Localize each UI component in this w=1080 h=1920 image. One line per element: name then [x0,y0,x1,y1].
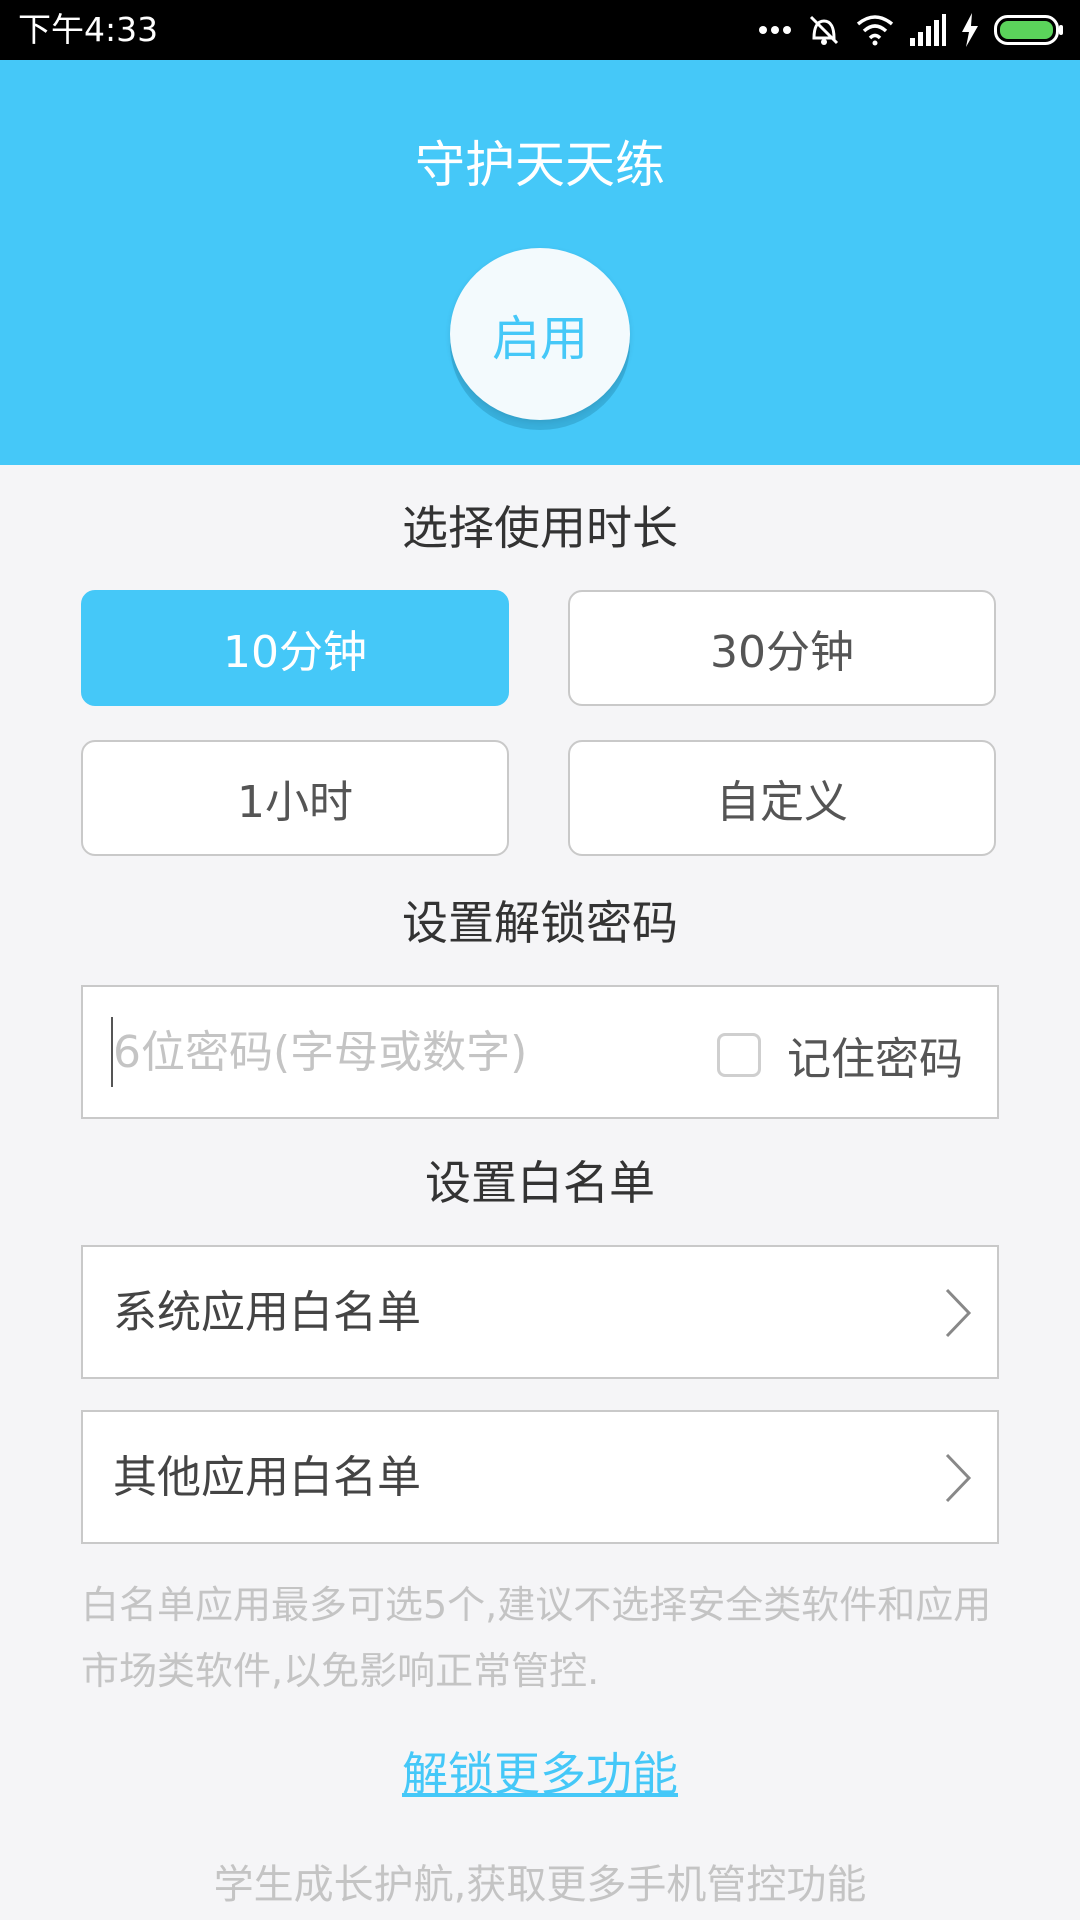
chevron-right-icon [945,1288,972,1338]
header-panel: 守护天天练 启用 [0,60,1080,465]
footer-text: 学生成长护航,获取更多手机管控功能 [213,1862,867,1908]
charging-icon [962,13,978,47]
status-icons [758,10,1064,50]
remember-password-checkbox[interactable] [717,1033,761,1077]
whitelist-section-title: 设置白名单 [425,1156,655,1210]
unlock-more-link[interactable]: 解锁更多功能 [0,1746,1080,1802]
password-box: 记住密码 [81,985,999,1119]
duration-option-custom[interactable]: 自定义 [568,740,996,856]
whitelist-note: 白名单应用最多可选5个,建议不选择安全类软件和应用市场类软件,以免影响正常管控. [81,1583,992,1693]
duration-option-30min[interactable]: 30分钟 [568,590,996,706]
whitelist-item-label: 系统应用白名单 [113,1287,421,1338]
enable-button[interactable]: 启用 [450,248,630,420]
signal-icon [910,14,946,46]
duration-option-10min[interactable]: 10分钟 [81,590,509,706]
whitelist-item-label: 其他应用白名单 [113,1452,421,1503]
remember-password-label: 记住密码 [787,1034,963,1085]
remember-password-toggle[interactable]: 记住密码 [717,1025,963,1085]
whitelist-item-system[interactable]: 系统应用白名单 [81,1245,999,1379]
password-section-title: 设置解锁密码 [402,896,678,950]
duration-section-title: 选择使用时长 [402,501,678,555]
page-title: 守护天天练 [415,136,665,194]
wifi-icon [856,15,894,46]
mute-vibrate-icon [809,15,839,45]
status-time: 下午4:33 [18,10,159,49]
whitelist-item-other[interactable]: 其他应用白名单 [81,1410,999,1544]
duration-option-1hour[interactable]: 1小时 [81,740,509,856]
status-bar: 下午4:33 [0,0,1080,60]
chevron-right-icon [945,1453,972,1503]
battery-icon [994,15,1063,45]
password-input[interactable] [111,1017,673,1087]
more-dots-icon [759,26,791,34]
